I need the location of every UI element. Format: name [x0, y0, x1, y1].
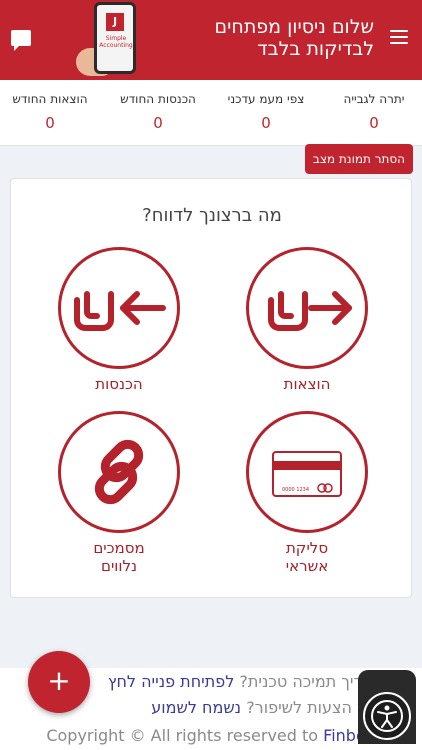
hide-snapshot-button[interactable]: הסתר תמונת מצב [304, 144, 413, 174]
report-card: מה ברצונך לדווח? הוצאות הכנסות 0000 1234… [10, 178, 412, 598]
copyright-text: Copyright © All rights reserved to [46, 726, 319, 745]
header-title: שלום ניסיון מפתחים לבדיקות בלבד [214, 16, 374, 60]
app-logo: J Simple Accounting [76, 0, 146, 80]
tile-label: סליקת אשראי [245, 539, 369, 575]
support-line: צריך תמיכה טכנית? לפתיחת פנייה לחץ [108, 672, 372, 691]
tile-label: הכנסות [95, 375, 143, 393]
stat-value: 0 [153, 114, 163, 132]
tile-expenses[interactable]: הוצאות [245, 247, 369, 393]
stat-value: 0 [369, 114, 379, 132]
open-ticket-link[interactable]: לפתיחת פנייה לחץ [108, 672, 235, 691]
tile-income[interactable]: הכנסות [57, 247, 181, 393]
logo-text: Simple Accounting [99, 35, 133, 49]
tile-documents[interactable]: מסמכים נלווים [57, 411, 181, 575]
suggestions-question: יש הצעות לשיפור? [246, 698, 372, 717]
logo-badge: J [106, 13, 124, 31]
accessibility-widget[interactable] [358, 670, 416, 744]
stat-label: הכנסות החודש [120, 92, 196, 106]
tile-label-line: נלווים [100, 557, 137, 575]
tile-label-line: מסמכים [93, 539, 145, 557]
link-icon [58, 411, 180, 533]
stat-income: הכנסות החודש 0 [108, 92, 208, 132]
stat-label: הוצאות החודש [12, 92, 88, 106]
stat-label: יתרה לגבייה [343, 92, 405, 106]
support-question: צריך תמיכה טכנית? [239, 672, 372, 691]
tile-credit-clearing[interactable]: 0000 1234 סליקת אשראי [245, 411, 369, 575]
stats-bar: יתרה לגבייה 0 צפי מעמ עדכני 0 הכנסות החו… [0, 80, 422, 146]
tile-label: מסמכים נלווים [57, 539, 181, 575]
copyright: Copyright © All rights reserved to Finbo… [46, 726, 372, 745]
phone-graphic: J Simple Accounting [94, 2, 136, 74]
arrow-right-shekel-icon [246, 247, 368, 369]
tile-label: הוצאות [283, 375, 331, 393]
stat-vat: צפי מעמ עדכני 0 [216, 92, 316, 132]
hamburger-icon[interactable] [390, 30, 408, 44]
stat-expenses: הוצאות החודש 0 [0, 92, 100, 132]
tile-label-line: סליקת [285, 539, 329, 557]
add-fab-button[interactable]: + [28, 651, 90, 713]
suggestions-line: יש הצעות לשיפור? נשמח לשמוע [151, 698, 372, 717]
stat-value: 0 [45, 114, 55, 132]
tile-label-line: אשראי [285, 557, 329, 575]
stat-label: צפי מעמ עדכני [227, 92, 305, 106]
accessibility-icon [363, 692, 411, 740]
stat-balance: יתרה לגבייה 0 [324, 92, 422, 132]
arrow-left-shekel-icon [58, 247, 180, 369]
chat-icon[interactable] [11, 30, 31, 51]
credit-card-icon: 0000 1234 [246, 411, 368, 533]
plus-icon: + [47, 664, 71, 697]
feedback-link[interactable]: נשמח לשמוע [151, 698, 241, 717]
card-title: מה ברצונך לדווח? [142, 205, 282, 226]
stat-value: 0 [261, 114, 271, 132]
card-digits: 0000 1234 [282, 487, 309, 493]
app-header: שלום ניסיון מפתחים לבדיקות בלבד J Simple… [0, 0, 422, 80]
